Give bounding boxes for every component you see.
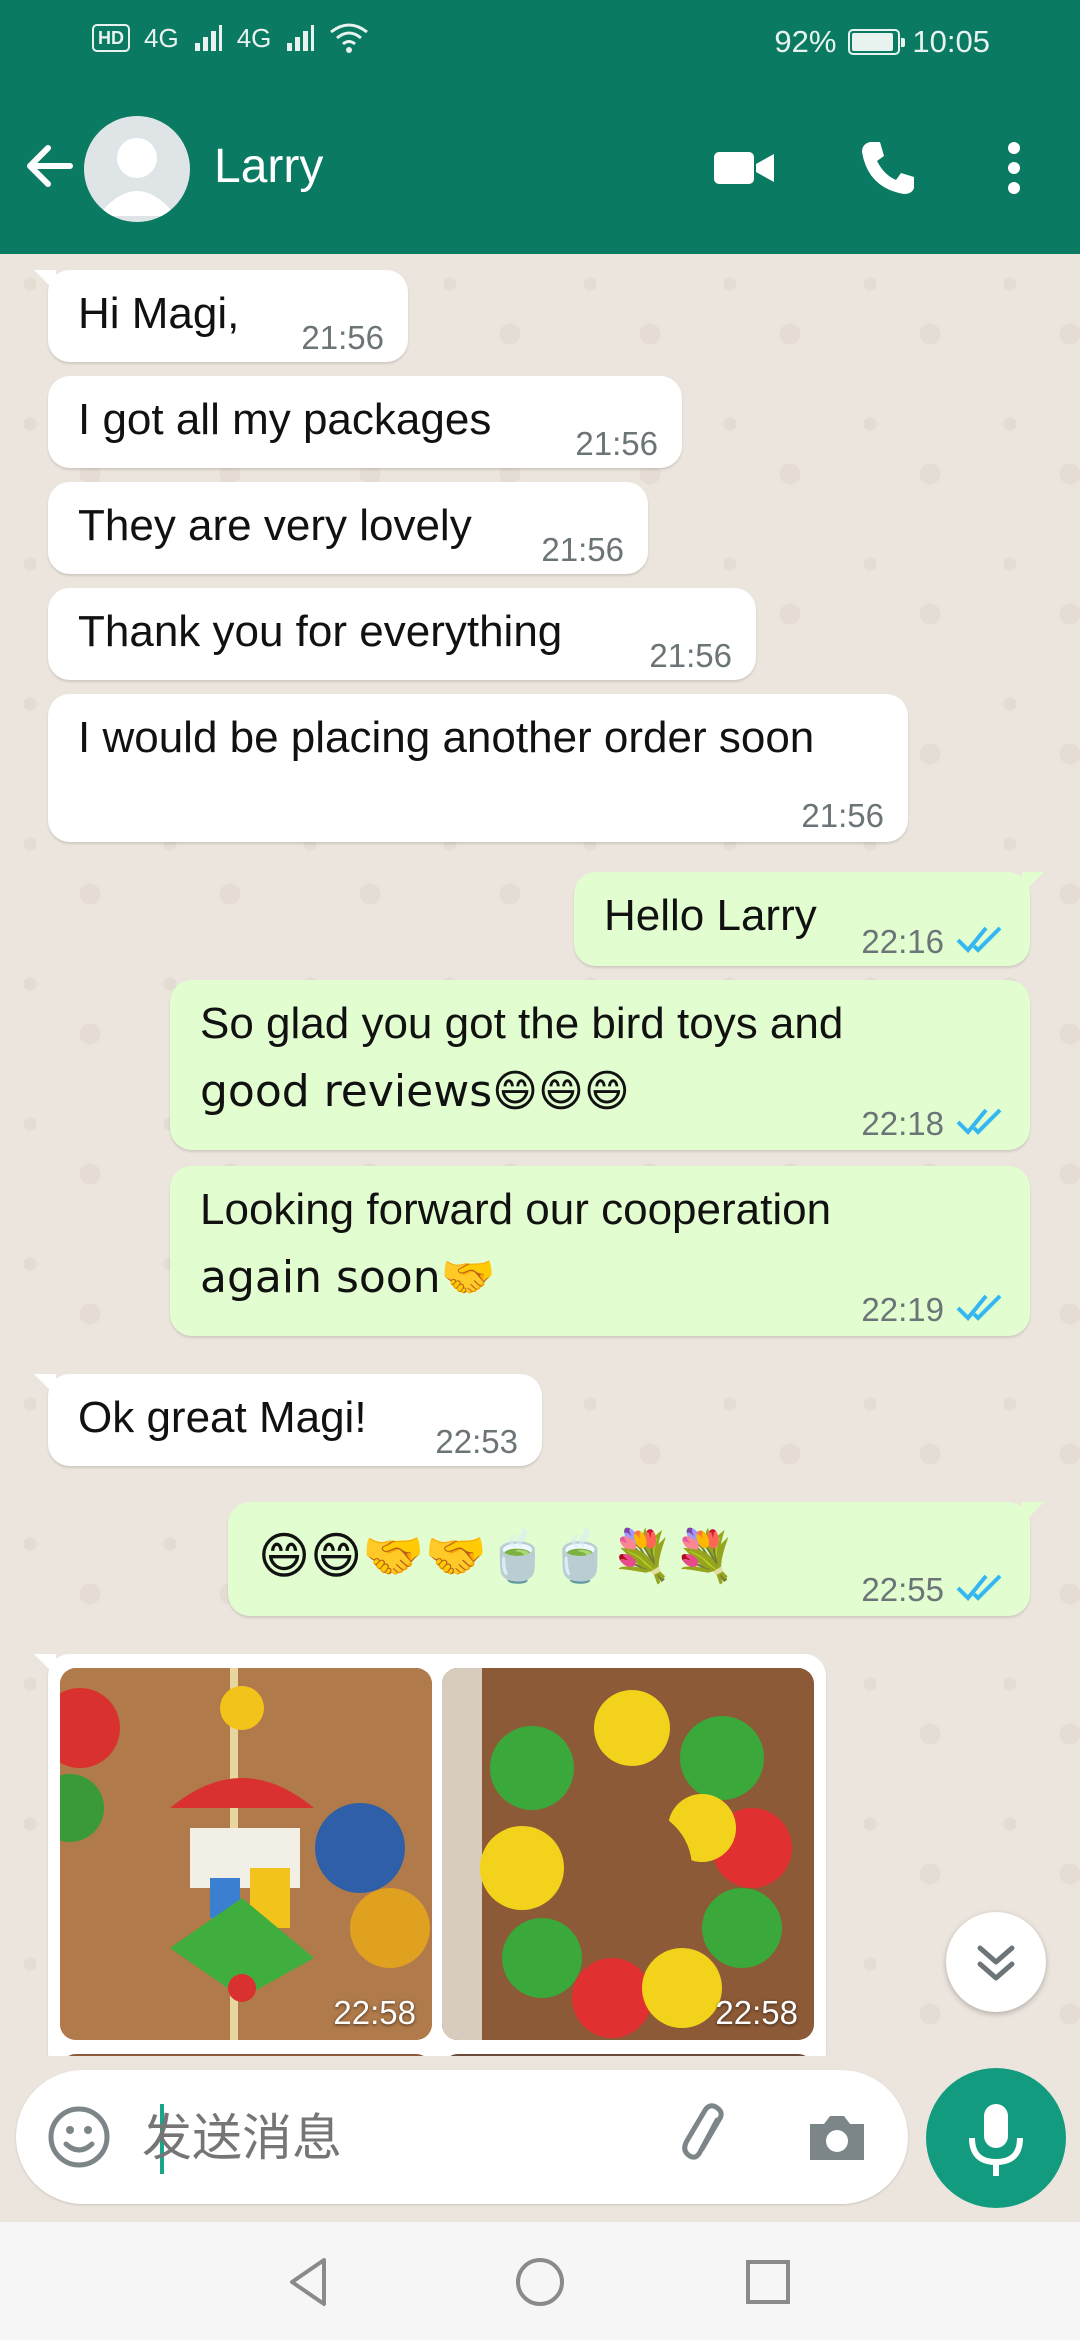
message-text-line1: Looking forward our cooperation [200, 1185, 832, 1234]
square-recents-icon [746, 2260, 790, 2304]
paperclip-icon [682, 2103, 724, 2160]
read-ticks-icon [956, 926, 1002, 953]
status-left: HD 4G 4G [92, 22, 369, 54]
read-ticks-icon [956, 1108, 1002, 1135]
photo-bird-toy-2[interactable]: 22:58 [442, 1668, 814, 2040]
message-text: I would be placing another order soon [78, 713, 815, 762]
attach-button[interactable] [672, 2102, 742, 2172]
message-text: Ok great Magi! [78, 1393, 367, 1442]
message-time: 22:19 [861, 1291, 944, 1328]
signal-icon [194, 25, 222, 51]
read-ticks-icon [956, 1574, 1002, 1601]
signal-4g-2: 4G [236, 22, 272, 53]
chat-header: Larry [0, 84, 1080, 254]
wifi-icon [330, 23, 369, 53]
message-incoming[interactable]: They are very lovely 21:56 [48, 482, 648, 574]
message-composer [16, 2070, 908, 2204]
bubble-tail [1022, 872, 1044, 894]
message-outgoing[interactable]: Looking forward our cooperation again so… [170, 1166, 1030, 1336]
message-time: 22:53 [435, 1423, 518, 1460]
photo-bird-toy-1[interactable]: 22:58 [60, 1668, 432, 2040]
bubble-tail [34, 1374, 56, 1396]
battery-percent: 92% [774, 24, 837, 59]
message-text-line1: So glad you got the bird toys and [200, 999, 844, 1048]
more-vert-icon [1008, 142, 1020, 194]
triangle-back-icon [290, 2258, 326, 2306]
message-text: Hello Larry [604, 891, 817, 940]
system-nav-bar [0, 2222, 1080, 2340]
message-incoming[interactable]: Ok great Magi! 22:53 [34, 1374, 542, 1466]
emoji-button[interactable] [44, 2102, 114, 2172]
bird-toy-image [60, 1668, 432, 2040]
message-text-line2: again soon🤝 [200, 1252, 496, 1303]
bubble-tail [1022, 1502, 1044, 1524]
back-arrow-icon [27, 145, 73, 187]
video-call-button[interactable] [712, 136, 776, 200]
person-icon [98, 138, 176, 216]
wreath-toy-image [442, 1668, 814, 2040]
message-text: I got all my packages [78, 395, 492, 444]
message-incoming[interactable]: I would be placing another order soon 21… [48, 694, 908, 842]
message-text-line2: good reviews😄😄😄 [200, 1066, 630, 1117]
nav-recents-button[interactable] [738, 2252, 798, 2312]
hd-badge: HD [92, 24, 130, 52]
chat-area[interactable]: Hi Magi, 21:56 I got all my packages 21:… [0, 254, 1080, 2056]
message-incoming[interactable]: Thank you for everything 21:56 [48, 588, 756, 680]
message-outgoing[interactable]: So glad you got the bird toys and good r… [170, 980, 1030, 1150]
message-outgoing[interactable]: Hello Larry 22:16 [574, 872, 1044, 966]
message-time: 21:56 [301, 319, 384, 356]
circle-home-icon [516, 2258, 564, 2306]
message-incoming[interactable]: I got all my packages 21:56 [48, 376, 682, 468]
message-text: Thank you for everything [78, 607, 563, 656]
clock: 10:05 [912, 24, 990, 59]
scroll-to-bottom-button[interactable] [946, 1912, 1046, 2012]
photo-partial-4[interactable] [442, 2054, 814, 2056]
camera-icon [810, 2116, 864, 2160]
back-button[interactable] [20, 136, 80, 196]
signal-4g-1: 4G [144, 22, 179, 53]
photo-partial-3[interactable] [60, 2054, 432, 2056]
image-message[interactable]: 22:58 22:58 [34, 1654, 826, 2056]
message-time: 21:56 [801, 797, 884, 834]
message-time: 21:56 [575, 425, 658, 462]
photo-time: 22:58 [333, 1994, 416, 2031]
message-time: 22:16 [861, 923, 944, 960]
status-bar: HD 4G 4G 92% 10:05 [0, 0, 1080, 84]
message-input[interactable] [142, 2098, 662, 2178]
nav-back-button[interactable] [280, 2252, 340, 2312]
nav-home-button[interactable] [510, 2252, 570, 2312]
more-options-button[interactable] [982, 136, 1046, 200]
message-text: 😄😄🤝🤝🍵🍵💐💐 [258, 1527, 736, 1585]
battery-icon [848, 29, 906, 55]
bubble-tail [34, 1654, 56, 1676]
microphone-icon [969, 2104, 1023, 2176]
camera-button[interactable] [802, 2102, 872, 2172]
message-time: 21:56 [541, 531, 624, 568]
message-outgoing[interactable]: 😄😄🤝🤝🍵🍵💐💐 22:55 [228, 1502, 1044, 1616]
voice-message-button[interactable] [926, 2068, 1066, 2208]
message-time: 21:56 [649, 637, 732, 674]
photo-time: 22:58 [715, 1994, 798, 2031]
message-incoming[interactable]: Hi Magi, 21:56 [34, 270, 408, 362]
video-call-icon [714, 152, 774, 184]
signal-icon-2 [287, 25, 315, 51]
avatar[interactable] [84, 116, 190, 222]
message-text: Hi Magi, [78, 289, 240, 338]
read-ticks-icon [956, 1294, 1002, 1321]
message-time: 22:18 [861, 1105, 944, 1142]
message-time: 22:55 [861, 1571, 944, 1608]
emoji-icon [48, 2106, 110, 2168]
battery-fill [852, 33, 893, 51]
status-right: 92% 10:05 [774, 24, 990, 60]
contact-name[interactable]: Larry [214, 139, 323, 194]
message-text: They are very lovely [78, 501, 472, 550]
bubble-tail [34, 270, 56, 292]
voice-call-button[interactable] [856, 136, 920, 200]
phone-icon [862, 142, 914, 194]
chevron-double-down-icon [977, 1945, 1015, 1981]
